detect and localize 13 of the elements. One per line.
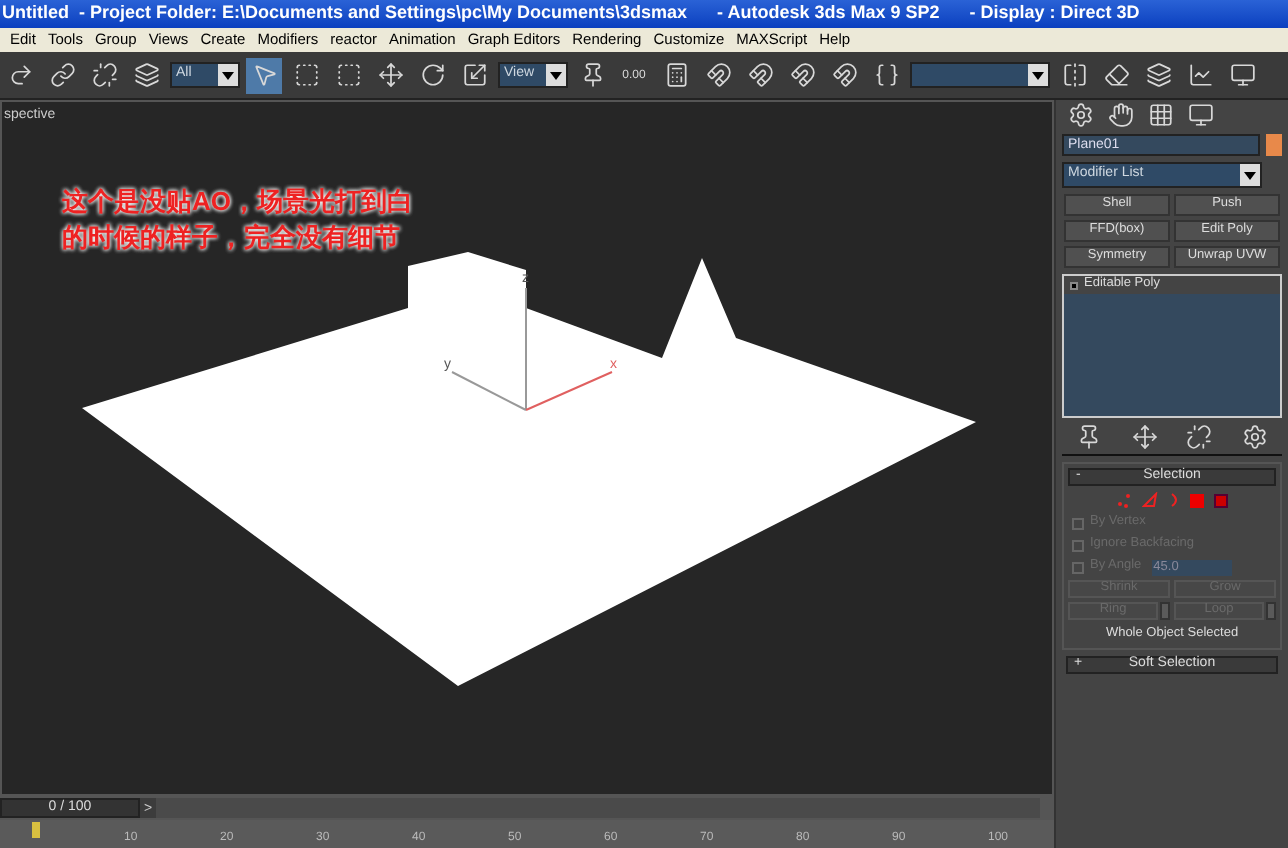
key-marker xyxy=(32,822,40,838)
caret-icon xyxy=(1240,164,1260,186)
annotation-text: 的时候的样子，完全没有细节 xyxy=(62,222,402,254)
object-color-swatch[interactable] xyxy=(1266,134,1282,156)
element-icon[interactable] xyxy=(1214,493,1228,507)
caret-icon xyxy=(1028,64,1048,86)
annotation-text: 这个是没贴AO，场景光打到白 xyxy=(62,186,413,218)
named-selection-dropdown[interactable] xyxy=(910,62,1050,88)
window-title: Untitled - Project Folder: E:\Documents and Settings\pc\My Documents\3dsmax - Autodesk 3ds Max 9 SP2 - Display : Direct 3D xyxy=(2,0,1140,27)
caret-icon xyxy=(218,64,238,86)
caret-icon xyxy=(546,64,566,86)
pointer-icon[interactable] xyxy=(246,57,282,93)
expand-icon xyxy=(1070,281,1078,289)
